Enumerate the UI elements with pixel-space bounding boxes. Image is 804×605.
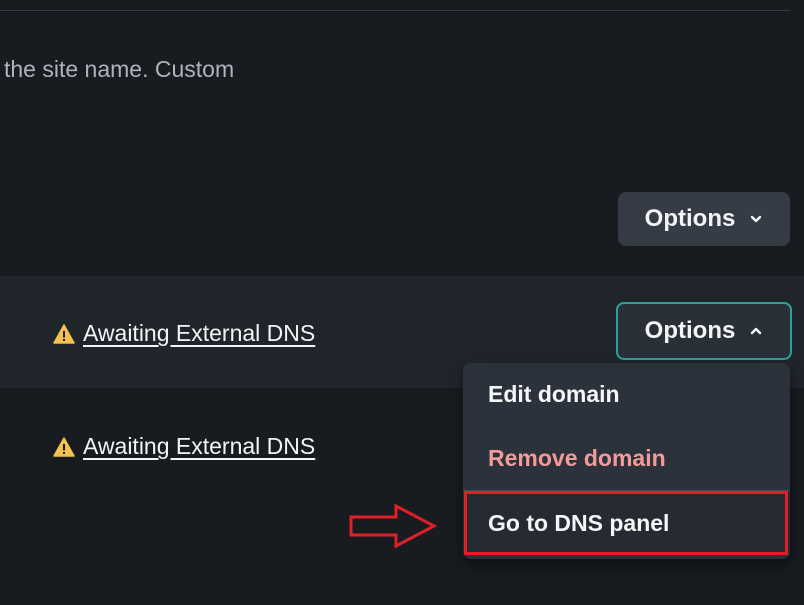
section-divider: [0, 10, 790, 11]
dns-status: Awaiting External DNS: [53, 433, 315, 460]
chevron-up-icon: [751, 327, 762, 335]
dns-status-link[interactable]: Awaiting External DNS: [83, 433, 315, 460]
menu-divider: [463, 490, 790, 491]
options-button[interactable]: Options: [618, 192, 790, 246]
warning-icon: [53, 436, 75, 457]
warning-icon: [53, 323, 75, 344]
dns-status: Awaiting External DNS: [53, 320, 315, 347]
options-button-open[interactable]: Options: [616, 302, 792, 360]
dns-status-link[interactable]: Awaiting External DNS: [83, 320, 315, 347]
annotation-arrow-icon: [349, 504, 438, 548]
chevron-down-icon: [751, 215, 762, 223]
menu-item-go-to-dns-panel[interactable]: Go to DNS panel: [463, 492, 790, 554]
options-button-label: Options: [644, 317, 736, 344]
options-dropdown-menu: Edit domain Remove domain Go to DNS pane…: [463, 363, 790, 559]
domain-settings-panel: the site name. Custom Options Awaiting E…: [0, 0, 804, 605]
menu-item-remove-domain[interactable]: Remove domain: [463, 427, 790, 489]
section-description: the site name. Custom: [4, 56, 235, 82]
options-button-label: Options: [644, 205, 736, 232]
menu-item-edit-domain[interactable]: Edit domain: [463, 363, 790, 425]
